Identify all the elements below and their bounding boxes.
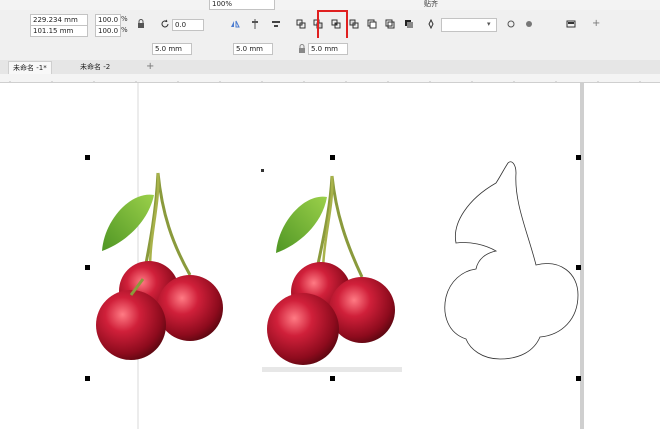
highlight-intersect-frame <box>317 10 348 40</box>
scale-width-unit: % <box>121 15 128 23</box>
corner-radius-field-3[interactable]: 5.0 mm <box>308 43 348 55</box>
quick-customize-icon[interactable] <box>524 19 534 29</box>
create-boundary-icon[interactable] <box>404 19 414 29</box>
drawing-canvas[interactable] <box>0 83 660 429</box>
tab-document-2[interactable]: 未命名 -2 <box>76 61 114 73</box>
simplify-icon[interactable] <box>349 19 359 29</box>
cherry-leaf-copy <box>276 196 327 253</box>
align-icon[interactable] <box>271 19 281 29</box>
snap-to-label[interactable]: 贴齐 <box>424 0 438 9</box>
cherry-leaf <box>102 194 154 251</box>
dropdown-arrow-icon[interactable]: ▾ <box>487 20 491 28</box>
corner-radius-field-2[interactable]: 5.0 mm <box>233 43 273 55</box>
zoom-level-field[interactable]: 100% <box>209 0 275 10</box>
cherry-outline-shape[interactable] <box>444 161 579 360</box>
back-minus-front-icon[interactable] <box>385 19 395 29</box>
rotation-angle-field[interactable]: 0.0 <box>172 19 204 31</box>
new-tab-icon[interactable]: + <box>146 61 154 72</box>
rotate-icon <box>160 19 170 29</box>
wrap-text-icon[interactable] <box>506 19 516 29</box>
weld-icon[interactable] <box>296 19 306 29</box>
mirror-vertical-icon[interactable] <box>250 19 260 29</box>
property-bar-secondary: 5.0 mm 5.0 mm 5.0 mm <box>0 38 660 92</box>
options-panel-icon[interactable] <box>566 19 576 29</box>
lock-ratio-icon[interactable] <box>136 19 146 29</box>
y-position-field[interactable]: 101.15 mm <box>30 25 88 37</box>
corner-radius-field-1[interactable]: 5.0 mm <box>152 43 192 55</box>
add-icon[interactable]: + <box>592 18 600 29</box>
lock-icon[interactable] <box>297 44 307 54</box>
scale-height-unit: % <box>121 26 128 34</box>
front-minus-back-icon[interactable] <box>367 19 377 29</box>
canvas-artwork <box>85 83 584 429</box>
cherry-image-copy[interactable] <box>262 175 402 372</box>
tab-document-1[interactable]: 未命名 -1* <box>8 61 52 74</box>
mirror-horizontal-icon[interactable] <box>230 19 240 29</box>
cherry-image-original[interactable] <box>96 172 223 360</box>
horizontal-ruler: 0204060801001201401601802002202402602803… <box>0 74 660 83</box>
scale-height-field[interactable]: 100.0 <box>95 25 121 37</box>
document-tab-bar: 未命名 -1* 未命名 -2 + <box>0 60 660 75</box>
pen-outline-icon[interactable] <box>426 19 436 29</box>
